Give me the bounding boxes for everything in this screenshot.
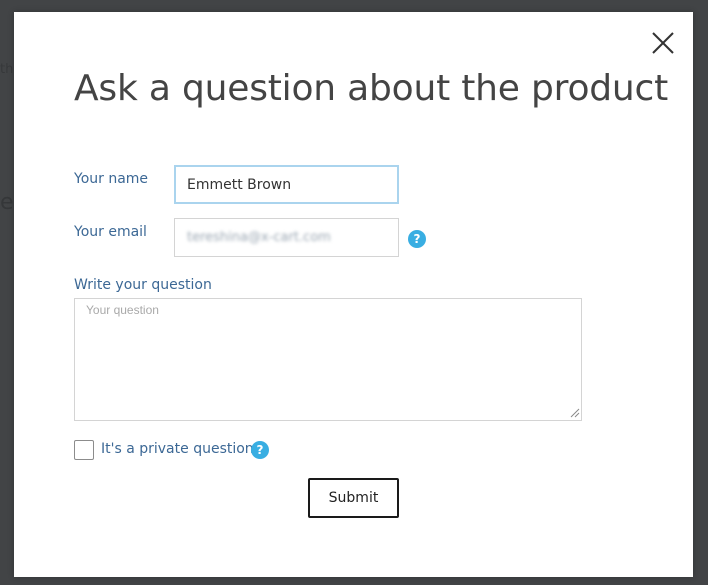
name-input[interactable] [174, 165, 399, 204]
submit-button[interactable]: Submit [308, 478, 399, 518]
question-textarea[interactable] [74, 298, 582, 421]
question-label: Write your question [74, 277, 212, 293]
email-value: tereshina@x-cart.com [187, 230, 331, 245]
question-circle-icon[interactable]: ? [408, 230, 426, 248]
close-icon [652, 32, 674, 54]
close-button[interactable] [650, 30, 676, 56]
email-label: Your email [74, 224, 147, 240]
private-question-checkbox[interactable] [74, 440, 94, 460]
resize-handle-icon[interactable] [570, 408, 580, 418]
question-circle-icon[interactable]: ? [251, 441, 269, 459]
email-input[interactable]: tereshina@x-cart.com [174, 218, 399, 257]
dialog-title: Ask a question about the product [74, 68, 669, 109]
ask-question-dialog: Ask a question about the product Your na… [14, 12, 693, 577]
private-question-label[interactable]: It's a private question [101, 441, 254, 457]
name-label: Your name [74, 171, 149, 187]
